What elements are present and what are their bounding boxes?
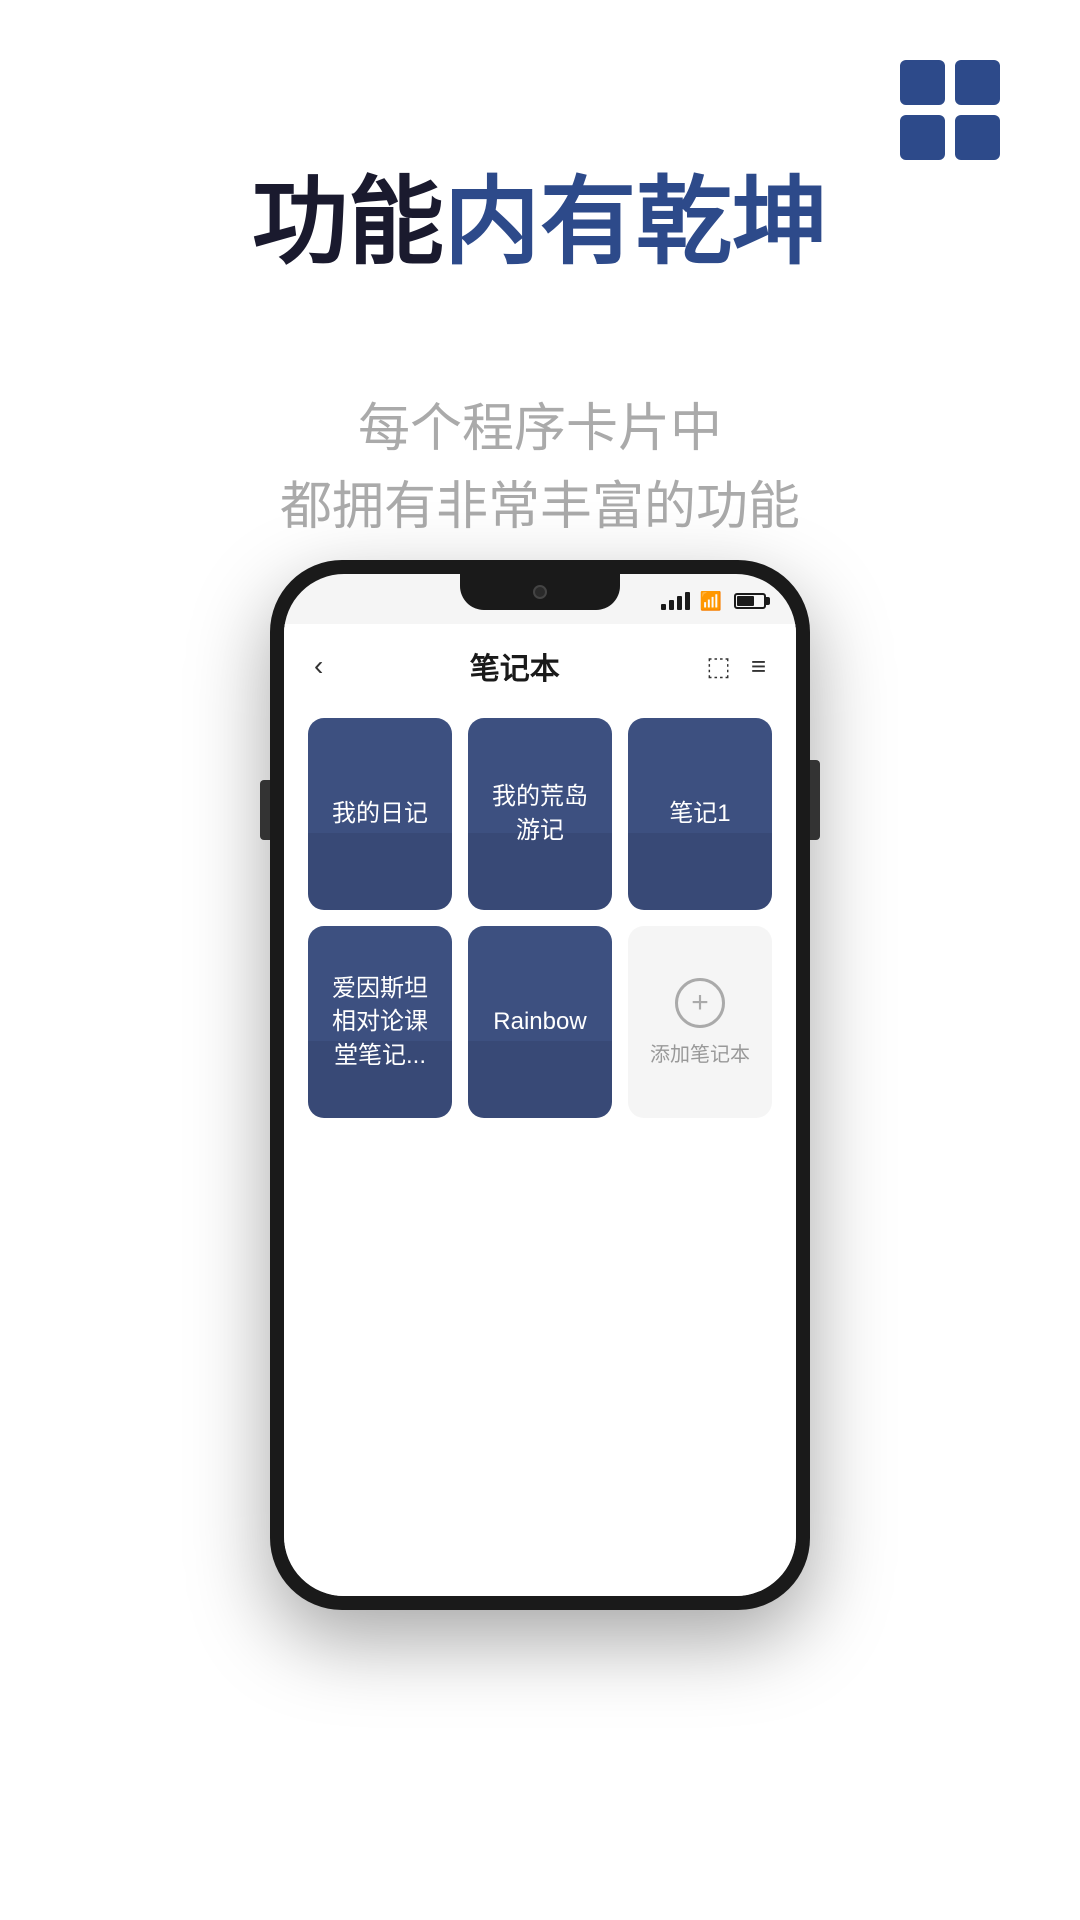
notebook-name-2: 我的荒岛游记 bbox=[484, 780, 596, 847]
status-icons: 📶 bbox=[661, 591, 766, 612]
battery-icon bbox=[734, 593, 766, 609]
hero-title-blue: 内有乾坤 bbox=[444, 169, 828, 276]
app-grid-icon bbox=[900, 60, 1000, 160]
notebook-card-3[interactable]: 笔记1 bbox=[628, 718, 772, 910]
signal-icon bbox=[661, 592, 690, 610]
grid-cell-4 bbox=[955, 115, 1000, 160]
back-button[interactable]: ‹ bbox=[314, 650, 323, 682]
hero-subtitle-line1: 每个程序卡片中 bbox=[0, 390, 1080, 468]
notebook-card-5[interactable]: Rainbow bbox=[468, 926, 612, 1118]
grid-cell-1 bbox=[900, 60, 945, 105]
add-notebook-label: 添加笔记本 bbox=[650, 1038, 750, 1067]
hero-title: 功能内有乾坤 bbox=[0, 170, 1080, 276]
notebook-name-5: Rainbow bbox=[493, 1005, 586, 1039]
hero-subtitle: 每个程序卡片中 都拥有非常丰富的功能 bbox=[0, 390, 1080, 546]
notebook-name-3: 笔记1 bbox=[669, 797, 730, 831]
app-title: 笔记本 bbox=[470, 644, 560, 688]
grid-cell-3 bbox=[900, 115, 945, 160]
notebook-name-1: 我的日记 bbox=[332, 797, 428, 831]
notebooks-grid: 我的日记 我的荒岛游记 笔记1 爱因斯坦相对论课堂笔记... Rainbow bbox=[284, 708, 796, 1128]
view-toggle-icon[interactable]: ⬚ bbox=[706, 651, 731, 682]
notebook-card-4[interactable]: 爱因斯坦相对论课堂笔记... bbox=[308, 926, 452, 1118]
app-header: ‹ 笔记本 ⬚ ≡ bbox=[284, 624, 796, 708]
phone-notch bbox=[460, 574, 620, 610]
phone-inner: 📶 ‹ 笔记本 ⬚ ≡ bbox=[284, 574, 796, 1596]
notebook-card-1[interactable]: 我的日记 bbox=[308, 718, 452, 910]
grid-cell-2 bbox=[955, 60, 1000, 105]
hero-title-dark: 功能 bbox=[252, 169, 444, 276]
menu-icon[interactable]: ≡ bbox=[751, 651, 766, 682]
notebook-name-4: 爱因斯坦相对论课堂笔记... bbox=[324, 972, 436, 1073]
notebook-card-2[interactable]: 我的荒岛游记 bbox=[468, 718, 612, 910]
add-notebook-card[interactable]: + 添加笔记本 bbox=[628, 926, 772, 1118]
add-notebook-icon: + bbox=[675, 978, 725, 1028]
phone-outer: 📶 ‹ 笔记本 ⬚ ≡ bbox=[270, 560, 810, 1610]
header-icons: ⬚ ≡ bbox=[706, 651, 766, 682]
phone-mockup: 📶 ‹ 笔记本 ⬚ ≡ bbox=[270, 560, 810, 1610]
app-content: ‹ 笔记本 ⬚ ≡ 我的日记 我的荒岛游记 bbox=[284, 624, 796, 1596]
wifi-icon: 📶 bbox=[700, 591, 722, 612]
hero-subtitle-line2: 都拥有非常丰富的功能 bbox=[0, 468, 1080, 546]
camera-dot bbox=[533, 585, 547, 599]
